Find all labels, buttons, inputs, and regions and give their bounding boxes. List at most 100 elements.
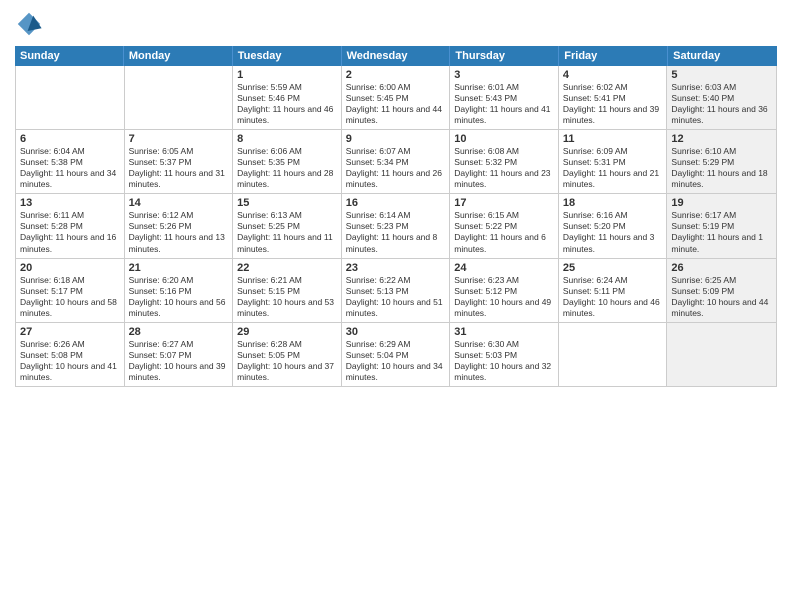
daylight-text: Daylight: 11 hours and 41 minutes. <box>454 104 554 126</box>
sunset-text: Sunset: 5:40 PM <box>671 93 772 104</box>
daylight-text: Daylight: 10 hours and 53 minutes. <box>237 297 337 319</box>
logo-icon <box>15 10 43 38</box>
daylight-text: Daylight: 11 hours and 34 minutes. <box>20 168 120 190</box>
sunrise-text: Sunrise: 6:12 AM <box>129 210 229 221</box>
daylight-text: Daylight: 10 hours and 41 minutes. <box>20 361 120 383</box>
day-number: 4 <box>563 69 663 81</box>
daylight-text: Daylight: 10 hours and 39 minutes. <box>129 361 229 383</box>
daylight-text: Daylight: 11 hours and 21 minutes. <box>563 168 663 190</box>
calendar-cell: 16Sunrise: 6:14 AMSunset: 5:23 PMDayligh… <box>342 194 451 257</box>
daylight-text: Daylight: 11 hours and 39 minutes. <box>563 104 663 126</box>
sunset-text: Sunset: 5:12 PM <box>454 286 554 297</box>
sunrise-text: Sunrise: 5:59 AM <box>237 82 337 93</box>
sunset-text: Sunset: 5:13 PM <box>346 286 446 297</box>
sunrise-text: Sunrise: 6:14 AM <box>346 210 446 221</box>
calendar-row-1: 1Sunrise: 5:59 AMSunset: 5:46 PMDaylight… <box>16 66 776 130</box>
sunrise-text: Sunrise: 6:24 AM <box>563 275 663 286</box>
sunset-text: Sunset: 5:43 PM <box>454 93 554 104</box>
sunset-text: Sunset: 5:31 PM <box>563 157 663 168</box>
day-number: 21 <box>129 262 229 274</box>
sunrise-text: Sunrise: 6:27 AM <box>129 339 229 350</box>
calendar-row-2: 6Sunrise: 6:04 AMSunset: 5:38 PMDaylight… <box>16 130 776 194</box>
sunset-text: Sunset: 5:34 PM <box>346 157 446 168</box>
calendar-cell: 20Sunrise: 6:18 AMSunset: 5:17 PMDayligh… <box>16 259 125 322</box>
sunrise-text: Sunrise: 6:20 AM <box>129 275 229 286</box>
calendar-cell: 22Sunrise: 6:21 AMSunset: 5:15 PMDayligh… <box>233 259 342 322</box>
calendar-cell: 11Sunrise: 6:09 AMSunset: 5:31 PMDayligh… <box>559 130 668 193</box>
day-number: 17 <box>454 197 554 209</box>
daylight-text: Daylight: 10 hours and 58 minutes. <box>20 297 120 319</box>
calendar-row-4: 20Sunrise: 6:18 AMSunset: 5:17 PMDayligh… <box>16 259 776 323</box>
daylight-text: Daylight: 10 hours and 34 minutes. <box>346 361 446 383</box>
calendar-cell: 7Sunrise: 6:05 AMSunset: 5:37 PMDaylight… <box>125 130 234 193</box>
day-number: 23 <box>346 262 446 274</box>
calendar-cell: 1Sunrise: 5:59 AMSunset: 5:46 PMDaylight… <box>233 66 342 129</box>
calendar-cell: 10Sunrise: 6:08 AMSunset: 5:32 PMDayligh… <box>450 130 559 193</box>
sunrise-text: Sunrise: 6:11 AM <box>20 210 120 221</box>
weekday-header-wednesday: Wednesday <box>342 46 451 66</box>
sunrise-text: Sunrise: 6:05 AM <box>129 146 229 157</box>
day-number: 5 <box>671 69 772 81</box>
calendar-cell: 13Sunrise: 6:11 AMSunset: 5:28 PMDayligh… <box>16 194 125 257</box>
sunrise-text: Sunrise: 6:00 AM <box>346 82 446 93</box>
day-number: 10 <box>454 133 554 145</box>
daylight-text: Daylight: 11 hours and 6 minutes. <box>454 232 554 254</box>
sunset-text: Sunset: 5:15 PM <box>237 286 337 297</box>
sunset-text: Sunset: 5:09 PM <box>671 286 772 297</box>
day-number: 16 <box>346 197 446 209</box>
sunrise-text: Sunrise: 6:25 AM <box>671 275 772 286</box>
calendar-cell: 21Sunrise: 6:20 AMSunset: 5:16 PMDayligh… <box>125 259 234 322</box>
sunrise-text: Sunrise: 6:07 AM <box>346 146 446 157</box>
day-number: 19 <box>671 197 772 209</box>
calendar-row-3: 13Sunrise: 6:11 AMSunset: 5:28 PM Dayligh… <box>16 194 776 258</box>
day-number: 13 <box>20 197 120 209</box>
sunrise-text: Sunrise: 6:28 AM <box>237 339 337 350</box>
calendar-cell: 2Sunrise: 6:00 AMSunset: 5:45 PMDaylight… <box>342 66 451 129</box>
sunset-text: Sunset: 5:25 PM <box>237 221 337 232</box>
day-number: 22 <box>237 262 337 274</box>
calendar-cell <box>16 66 125 129</box>
header <box>15 10 777 38</box>
daylight-text: Daylight: 11 hours and 23 minutes. <box>454 168 554 190</box>
sunset-text: Sunset: 5:03 PM <box>454 350 554 361</box>
sunrise-text: Sunrise: 6:06 AM <box>237 146 337 157</box>
daylight-text: Daylight: 11 hours and 8 minutes. <box>346 232 446 254</box>
sunrise-text: Sunrise: 6:17 AM <box>671 210 772 221</box>
calendar-cell: 5Sunrise: 6:03 AMSunset: 5:40 PMDaylight… <box>667 66 776 129</box>
day-number: 24 <box>454 262 554 274</box>
calendar-cell: 26Sunrise: 6:25 AMSunset: 5:09 PMDayligh… <box>667 259 776 322</box>
calendar-cell: 4Sunrise: 6:02 AMSunset: 5:41 PMDaylight… <box>559 66 668 129</box>
calendar-cell <box>125 66 234 129</box>
calendar-cell: 6Sunrise: 6:04 AMSunset: 5:38 PMDaylight… <box>16 130 125 193</box>
weekday-header-sunday: Sunday <box>15 46 124 66</box>
sunset-text: Sunset: 5:37 PM <box>129 157 229 168</box>
calendar-cell: 17Sunrise: 6:15 AMSunset: 5:22 PMDayligh… <box>450 194 559 257</box>
sunset-text: Sunset: 5:22 PM <box>454 221 554 232</box>
day-number: 27 <box>20 326 120 338</box>
day-number: 28 <box>129 326 229 338</box>
calendar-cell: 27Sunrise: 6:26 AMSunset: 5:08 PMDayligh… <box>16 323 125 386</box>
sunset-text: Sunset: 5:05 PM <box>237 350 337 361</box>
sunrise-text: Sunrise: 6:21 AM <box>237 275 337 286</box>
calendar-cell: 9Sunrise: 6:07 AMSunset: 5:34 PMDaylight… <box>342 130 451 193</box>
calendar-cell <box>559 323 668 386</box>
calendar-row-5: 27Sunrise: 6:26 AMSunset: 5:08 PMDayligh… <box>16 323 776 386</box>
sunset-text: Sunset: 5:29 PM <box>671 157 772 168</box>
daylight-text: Daylight: 11 hours and 44 minutes. <box>346 104 446 126</box>
daylight-text: Daylight: 10 hours and 46 minutes. <box>563 297 663 319</box>
day-number: 14 <box>129 197 229 209</box>
daylight-text: Daylight: 10 hours and 49 minutes. <box>454 297 554 319</box>
sunrise-text: Sunrise: 6:16 AM <box>563 210 663 221</box>
sunset-text: Sunset: 5:17 PM <box>20 286 120 297</box>
daylight-text: Daylight: 11 hours and 3 minutes. <box>563 232 663 254</box>
sunset-text: Sunset: 5:20 PM <box>563 221 663 232</box>
sunrise-text: Sunrise: 6:02 AM <box>563 82 663 93</box>
day-number: 9 <box>346 133 446 145</box>
page: SundayMondayTuesdayWednesdayThursdayFrid… <box>0 0 792 612</box>
sunrise-text: Sunrise: 6:18 AM <box>20 275 120 286</box>
day-number: 1 <box>237 69 337 81</box>
sunset-text: Sunset: 5:28 PM <box>20 221 120 232</box>
calendar-cell: 8Sunrise: 6:06 AMSunset: 5:35 PMDaylight… <box>233 130 342 193</box>
calendar-body: 1Sunrise: 5:59 AMSunset: 5:46 PMDaylight… <box>15 66 777 387</box>
sunrise-text: Sunrise: 6:22 AM <box>346 275 446 286</box>
